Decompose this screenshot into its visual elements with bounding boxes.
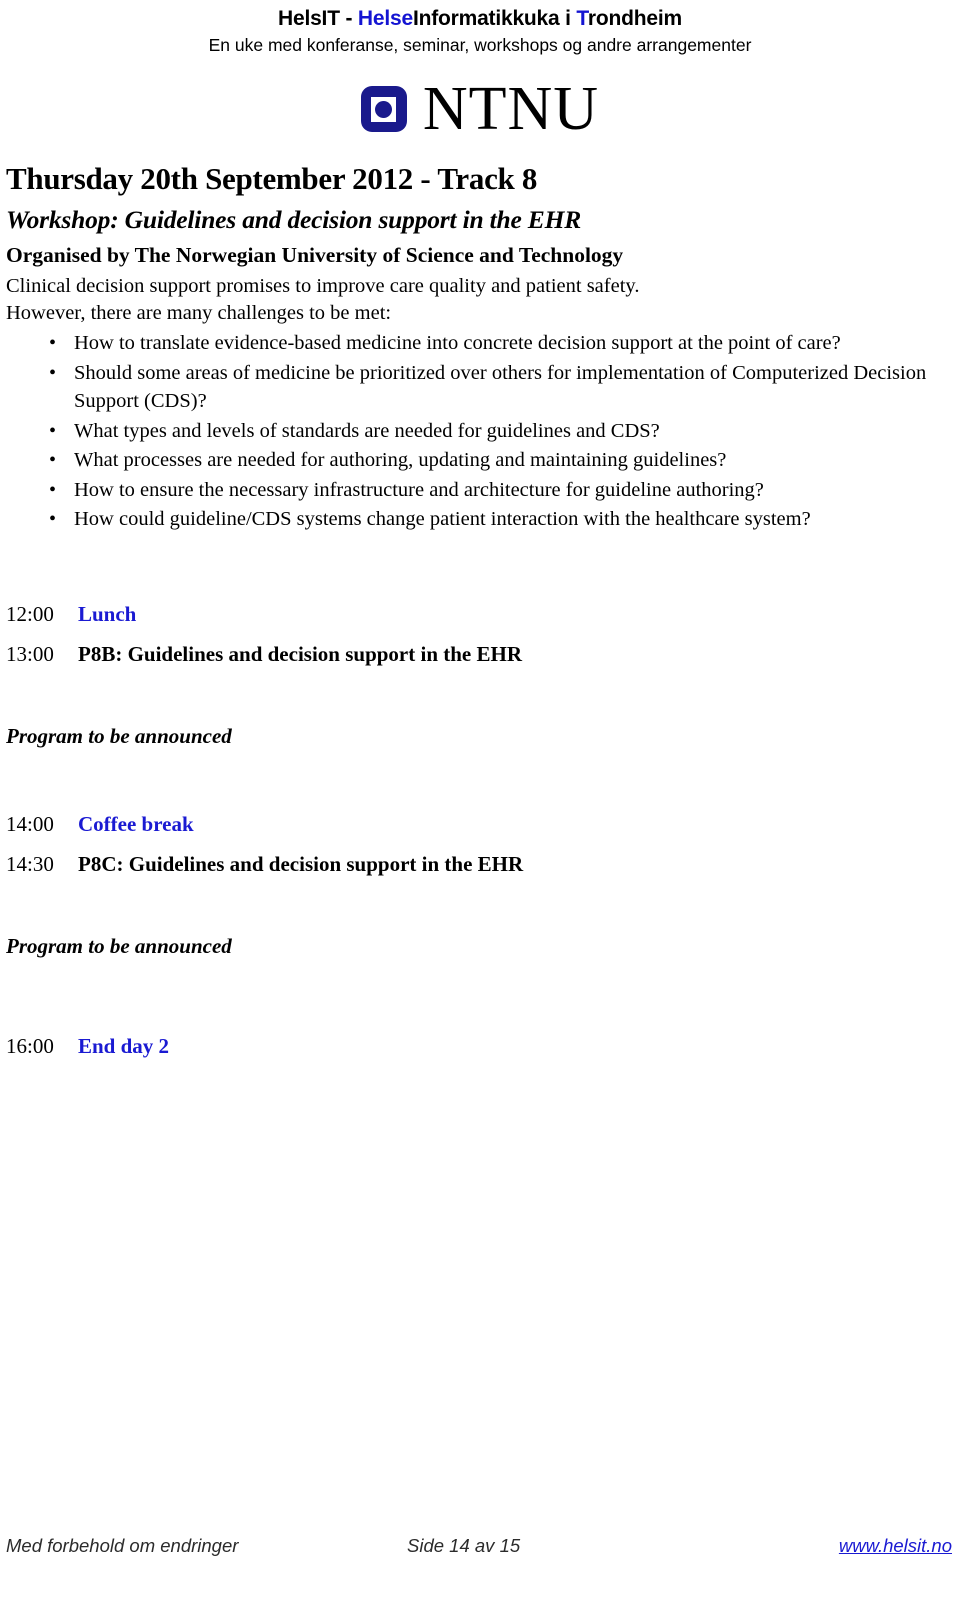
schedule-row-p8b: 13:00 P8B: Guidelines and decision suppo… <box>6 634 940 674</box>
list-item-label: What types and levels of standards are n… <box>74 419 660 442</box>
bullet-icon: • <box>49 478 57 501</box>
ntnu-logo: NTNU <box>0 78 960 140</box>
footer-disclaimer: Med forbehold om endringer <box>6 1535 239 1556</box>
schedule-time: 14:00 <box>6 811 54 836</box>
ntnu-mark-icon <box>360 86 407 132</box>
list-item-label: How to translate evidence-based medicine… <box>74 332 841 354</box>
list-item-label: How to ensure the necessary infrastructu… <box>74 478 764 501</box>
list-item: • How could guideline/CDS systems change… <box>6 505 940 534</box>
banner-subtitle: En uke med konferanse, seminar, workshop… <box>208 35 752 55</box>
ntnu-wordmark: NTNU <box>422 75 600 143</box>
schedule-spacer <box>6 966 940 1026</box>
list-item-label: Should some areas of medicine be priorit… <box>74 361 927 413</box>
schedule-time: 16:00 <box>6 1033 54 1058</box>
schedule-section: 12:00 Lunch 13:00 P8B: Guidelines and de… <box>6 594 940 1066</box>
page-footer: Med forbehold om endringer Side 14 av 15… <box>0 1535 960 1565</box>
program-tba-1: Program to be announced <box>6 723 232 748</box>
list-item: • How to ensure the necessary infrastruc… <box>6 476 940 505</box>
list-item: • What processes are needed for authorin… <box>6 446 940 475</box>
banner-title-part2: Informatikkuka i <box>412 7 577 30</box>
ntnu-inner-dot <box>375 100 393 118</box>
document-body: Thursday 20th September 2012 - Track 8 W… <box>0 160 960 1066</box>
banner-title-t: T <box>576 7 588 30</box>
schedule-time: 12:00 <box>6 601 54 626</box>
workshop-title: Workshop: Guidelines and decision suppor… <box>6 205 582 234</box>
banner-title: HelsIT - HelseInformatikkuka i Trondheim <box>0 6 960 32</box>
schedule-row-end-day: 16:00 End day 2 <box>6 1026 940 1066</box>
schedule-row-lunch: 12:00 Lunch <box>6 594 940 634</box>
bullet-icon: • <box>49 332 57 354</box>
list-item-label: What processes are needed for authoring,… <box>74 449 727 471</box>
footer-website-link[interactable]: www.helsit.no <box>839 1535 952 1557</box>
banner-title-part3: rondheim <box>587 7 682 30</box>
page-banner: HelsIT - HelseInformatikkuka i Trondheim… <box>0 6 960 57</box>
schedule-label: Lunch <box>78 601 137 626</box>
ntnu-inner-square <box>371 96 397 122</box>
schedule-label: End day 2 <box>78 1033 170 1058</box>
banner-title-part1: HelsIT - <box>278 7 358 30</box>
list-item: • How to translate evidence-based medici… <box>6 329 940 358</box>
schedule-time: 13:00 <box>6 641 54 666</box>
challenges-list: • How to translate evidence-based medici… <box>6 329 940 534</box>
schedule-row-p8c: 14:30 P8C: Guidelines and decision suppo… <box>6 844 940 884</box>
schedule-time: 14:30 <box>6 851 54 876</box>
list-item: • Should some areas of medicine be prior… <box>6 359 940 416</box>
page-title: Thursday 20th September 2012 - Track 8 <box>6 161 538 196</box>
intro-line-1: Clinical decision support promises to im… <box>6 275 640 297</box>
organiser-line: Organised by The Norwegian University of… <box>6 243 624 267</box>
bullet-icon: • <box>49 449 57 471</box>
program-tba-2: Program to be announced <box>6 933 232 958</box>
schedule-label: P8C: Guidelines and decision support in … <box>78 851 524 876</box>
footer-page-number: Side 14 av 15 <box>407 1535 521 1556</box>
schedule-label: Coffee break <box>78 811 194 836</box>
banner-title-helse: Helse <box>357 7 413 30</box>
bullet-icon: • <box>49 361 57 384</box>
list-item-label: How could guideline/CDS systems change p… <box>74 508 811 530</box>
schedule-row-coffee: 14:00 Coffee break <box>6 804 940 844</box>
bullet-icon: • <box>49 508 57 530</box>
schedule-spacer <box>6 756 940 804</box>
list-item: • What types and levels of standards are… <box>6 417 940 446</box>
bullet-icon: • <box>49 419 57 442</box>
intro-line-2: However, there are many challenges to be… <box>6 302 392 324</box>
schedule-label: P8B: Guidelines and decision support in … <box>78 641 523 666</box>
